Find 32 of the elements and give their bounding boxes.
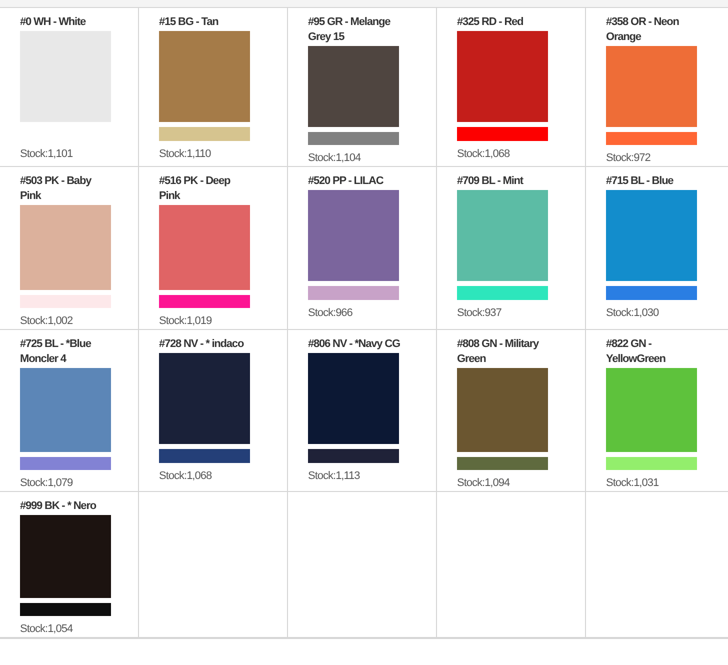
stock-count: Stock:966 bbox=[308, 306, 354, 321]
stock-count: Stock:1,030 bbox=[606, 306, 660, 321]
stock-count: Stock:1,110 bbox=[159, 147, 212, 162]
stock-count: Stock:1,002 bbox=[20, 314, 74, 329]
color-name: #358 OR - Neon Orange bbox=[606, 15, 680, 45]
stock-count: Stock:1,079 bbox=[20, 476, 74, 491]
color-name: #808 GN - Military Green bbox=[457, 337, 540, 367]
color-name: #15 BG - Tan bbox=[159, 15, 220, 30]
stock-count: Stock:937 bbox=[457, 306, 502, 321]
color-name: #806 NV - *Navy CG bbox=[308, 337, 401, 352]
stock-count: Stock:1,094 bbox=[457, 476, 511, 491]
stock-count: Stock:1,113 bbox=[308, 469, 361, 484]
color-name: #520 PP - LILAC bbox=[308, 174, 384, 189]
stock-count: Stock:1,031 bbox=[606, 476, 660, 491]
color-name: #999 BK - * Nero bbox=[20, 499, 98, 514]
color-name: #709 BL - Mint bbox=[457, 174, 524, 189]
stock-count: Stock:1,068 bbox=[457, 147, 511, 162]
stock-count: Stock:1,019 bbox=[159, 314, 213, 329]
color-name: #0 WH - White bbox=[20, 15, 87, 30]
color-name: #325 RD - Red bbox=[457, 15, 524, 30]
stock-count: Stock:972 bbox=[606, 151, 652, 166]
color-name: #822 GN - YellowGreen bbox=[606, 337, 666, 367]
stock-count: Stock:1,104 bbox=[308, 151, 362, 166]
color-name: #503 PK - Baby Pink bbox=[20, 174, 92, 204]
stock-count: Stock:1,068 bbox=[159, 469, 213, 484]
color-name: #725 BL - *Blue Moncler 4 bbox=[20, 337, 92, 367]
color-name: #728 NV - * indaco bbox=[159, 337, 245, 352]
color-name: #95 GR - Melange Grey 15 bbox=[308, 15, 392, 45]
stock-count: Stock:1,101 bbox=[20, 147, 74, 162]
stock-count: Stock:1,054 bbox=[20, 622, 74, 637]
color-name: #715 BL - Blue bbox=[606, 174, 674, 189]
color-name: #516 PK - Deep Pink bbox=[159, 174, 232, 204]
